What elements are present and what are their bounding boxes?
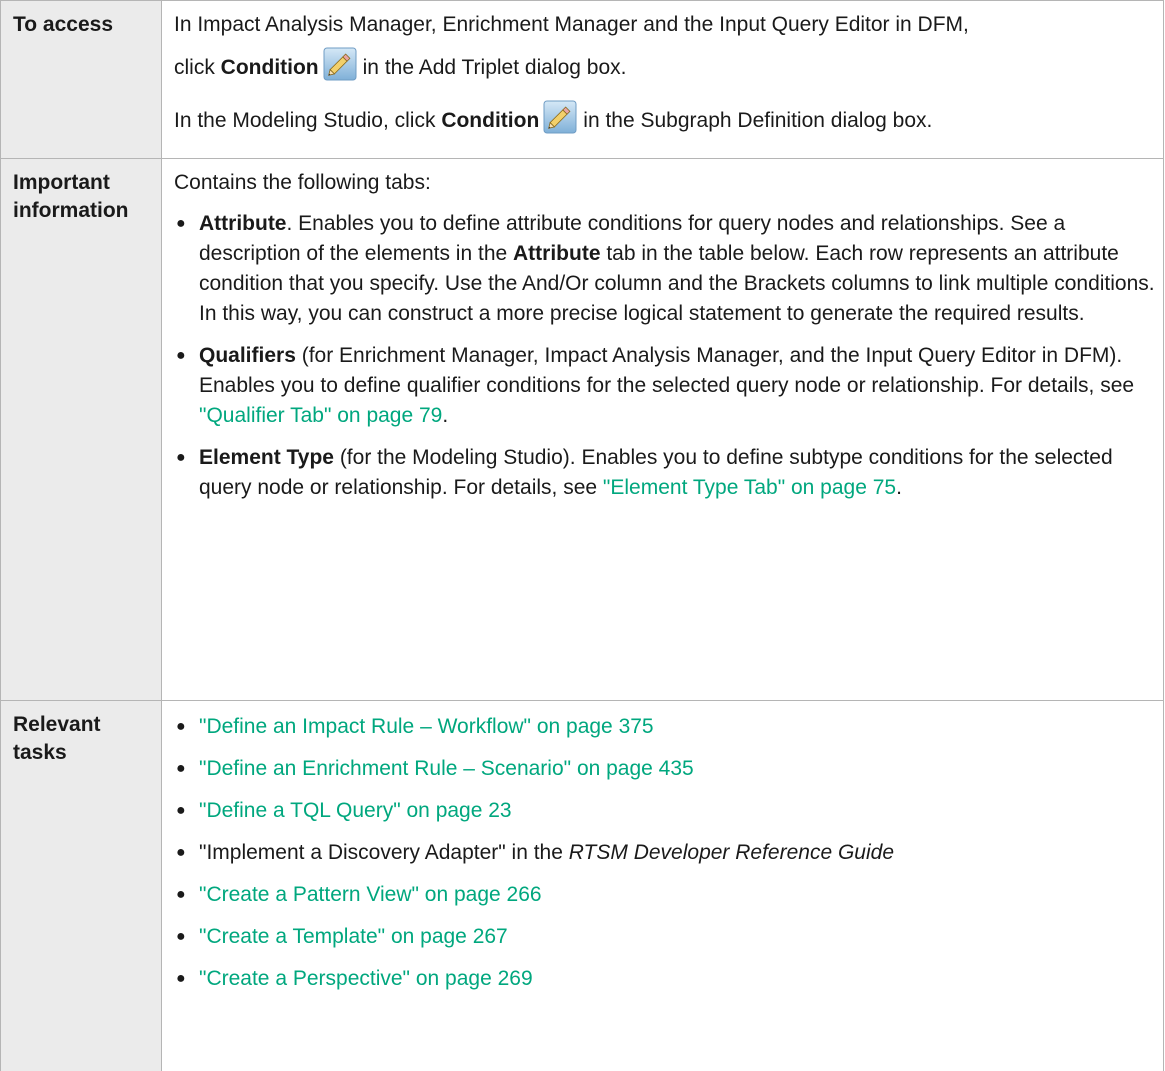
tql-query-link[interactable]: "Define a TQL Query" on page 23 [199, 799, 512, 822]
access-line-2: click Condition in the Add Triplet dialog… [174, 47, 1155, 86]
list-item: ● "Define a TQL Query" on page 23 [176, 799, 512, 822]
list-item-attribute: ● Attribute. Enables you to define attrib… [176, 212, 1155, 325]
element-type-tab-link[interactable]: "Element Type Tab" on page 75 [603, 476, 896, 499]
list-item: ● "Implement a Discovery Adapter" in the … [176, 841, 895, 864]
tasks-list: ● "Define an Impact Rule – Workflow" on p… [174, 709, 1155, 997]
info-intro: Contains the following tabs: [174, 171, 431, 194]
enrichment-rule-link[interactable]: "Define an Enrichment Rule – Scenario" o… [199, 757, 694, 780]
qualifier-tab-link[interactable]: "Qualifier Tab" on page 79 [199, 404, 442, 427]
info-row: Important information Contains the follow… [0, 158, 1164, 701]
access-line-3: In the Modeling Studio, click Condition i… [174, 100, 1155, 139]
pattern-view-link[interactable]: "Create a Pattern View" on page 266 [199, 883, 542, 906]
impact-rule-link[interactable]: "Define an Impact Rule – Workflow" on pa… [199, 715, 654, 738]
list-item: ● "Create a Pattern View" on page 266 [176, 883, 542, 906]
pencil-icon [323, 47, 357, 81]
info-content-cell: Contains the following tabs: ● Attribute.… [161, 158, 1164, 701]
tasks-row: Relevant tasks ● "Define an Impact Rule – … [0, 700, 1164, 1071]
access-line-1: In Impact Analysis Manager, Enrichment M… [174, 13, 969, 36]
tasks-label-cell: Relevant tasks [0, 700, 162, 1071]
info-label-cell: Important information [0, 158, 162, 701]
list-item-element-type: ● Element Type (for the Modeling Studio).… [176, 446, 1113, 499]
tabs-list: ● Attribute. Enables you to define attrib… [174, 209, 1155, 503]
list-item: ● "Define an Enrichment Rule – Scenario" … [176, 757, 694, 780]
access-label-cell: To access [0, 0, 162, 159]
pencil-icon [543, 100, 577, 134]
tasks-label: Relevant tasks [13, 713, 101, 764]
access-row: To access In Impact Analysis Manager, En… [0, 0, 1164, 159]
template-link[interactable]: "Create a Template" on page 267 [199, 925, 508, 948]
list-item-qualifiers: ● Qualifiers (for Enrichment Manager, Imp… [176, 344, 1135, 427]
info-label: Important information [13, 171, 129, 222]
access-label: To access [13, 13, 114, 36]
access-content-cell: In Impact Analysis Manager, Enrichment M… [161, 0, 1164, 159]
tasks-content-cell: ● "Define an Impact Rule – Workflow" on p… [161, 700, 1164, 1071]
help-table: To access In Impact Analysis Manager, En… [0, 0, 1164, 1071]
list-item: ● "Create a Template" on page 267 [176, 925, 508, 948]
perspective-link[interactable]: "Create a Perspective" on page 269 [199, 967, 533, 990]
list-item: ● "Define an Impact Rule – Workflow" on p… [176, 715, 654, 738]
list-item: ● "Create a Perspective" on page 269 [176, 967, 533, 990]
